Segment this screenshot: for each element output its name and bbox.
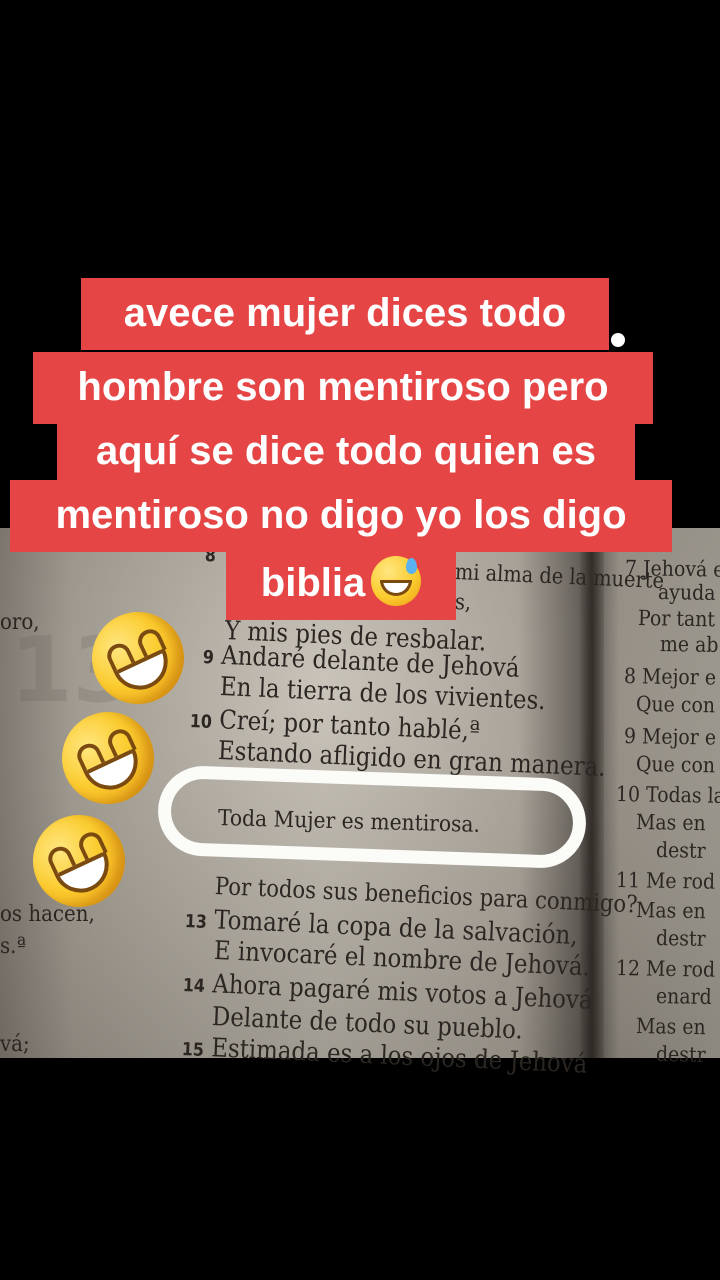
caption-line: avece mujer dices todo [81,278,609,350]
left-margin-text: vá; [0,1032,30,1057]
caption-dot [611,333,625,347]
left-margin-text: s.ª [0,934,26,959]
caption-line: aquí se dice todo quien es [57,416,635,488]
verse-number: 15 [181,1039,205,1061]
right-column-line: Que con [635,692,716,718]
right-column-line: 12 Me rod [615,956,716,982]
left-margin-text: oro, [0,610,40,635]
caption-last-word: biblia [260,561,366,605]
right-column-line: destr [655,926,706,951]
verse-number: 13 [184,911,208,933]
right-column-line: 8 Mejor e [623,664,717,690]
right-column-line: Mas en [635,1014,706,1040]
verse-number: 9 [202,647,215,669]
right-column-line: Mas en [635,898,706,924]
right-column-line: 11 Me rod [615,868,716,894]
verse-number: 10 [189,711,213,733]
right-column-line: me ab [659,632,719,658]
right-column-line: 9 Mejor e [623,724,717,750]
right-column-line: destr [655,838,706,863]
verse-line: s, [454,590,472,616]
right-column-line: ayuda [657,580,716,606]
right-column-line: 10 Todas la [615,782,720,808]
right-column-line: enard [655,984,712,1009]
right-column-line: Que con [635,752,716,778]
right-column-line: Mas en [635,810,706,836]
caption-line: mentiroso no digo yo los digo [10,480,672,552]
right-column-line: destr [655,1042,706,1067]
right-column-line: Por tant [637,606,716,632]
caption-line: biblia [226,548,456,620]
verse-number: 14 [182,975,206,997]
caption-line: hombre son mentiroso pero [33,352,653,424]
right-column-line: 7 Jehová e [624,556,720,582]
grinning-sweat-emoji [371,556,422,607]
